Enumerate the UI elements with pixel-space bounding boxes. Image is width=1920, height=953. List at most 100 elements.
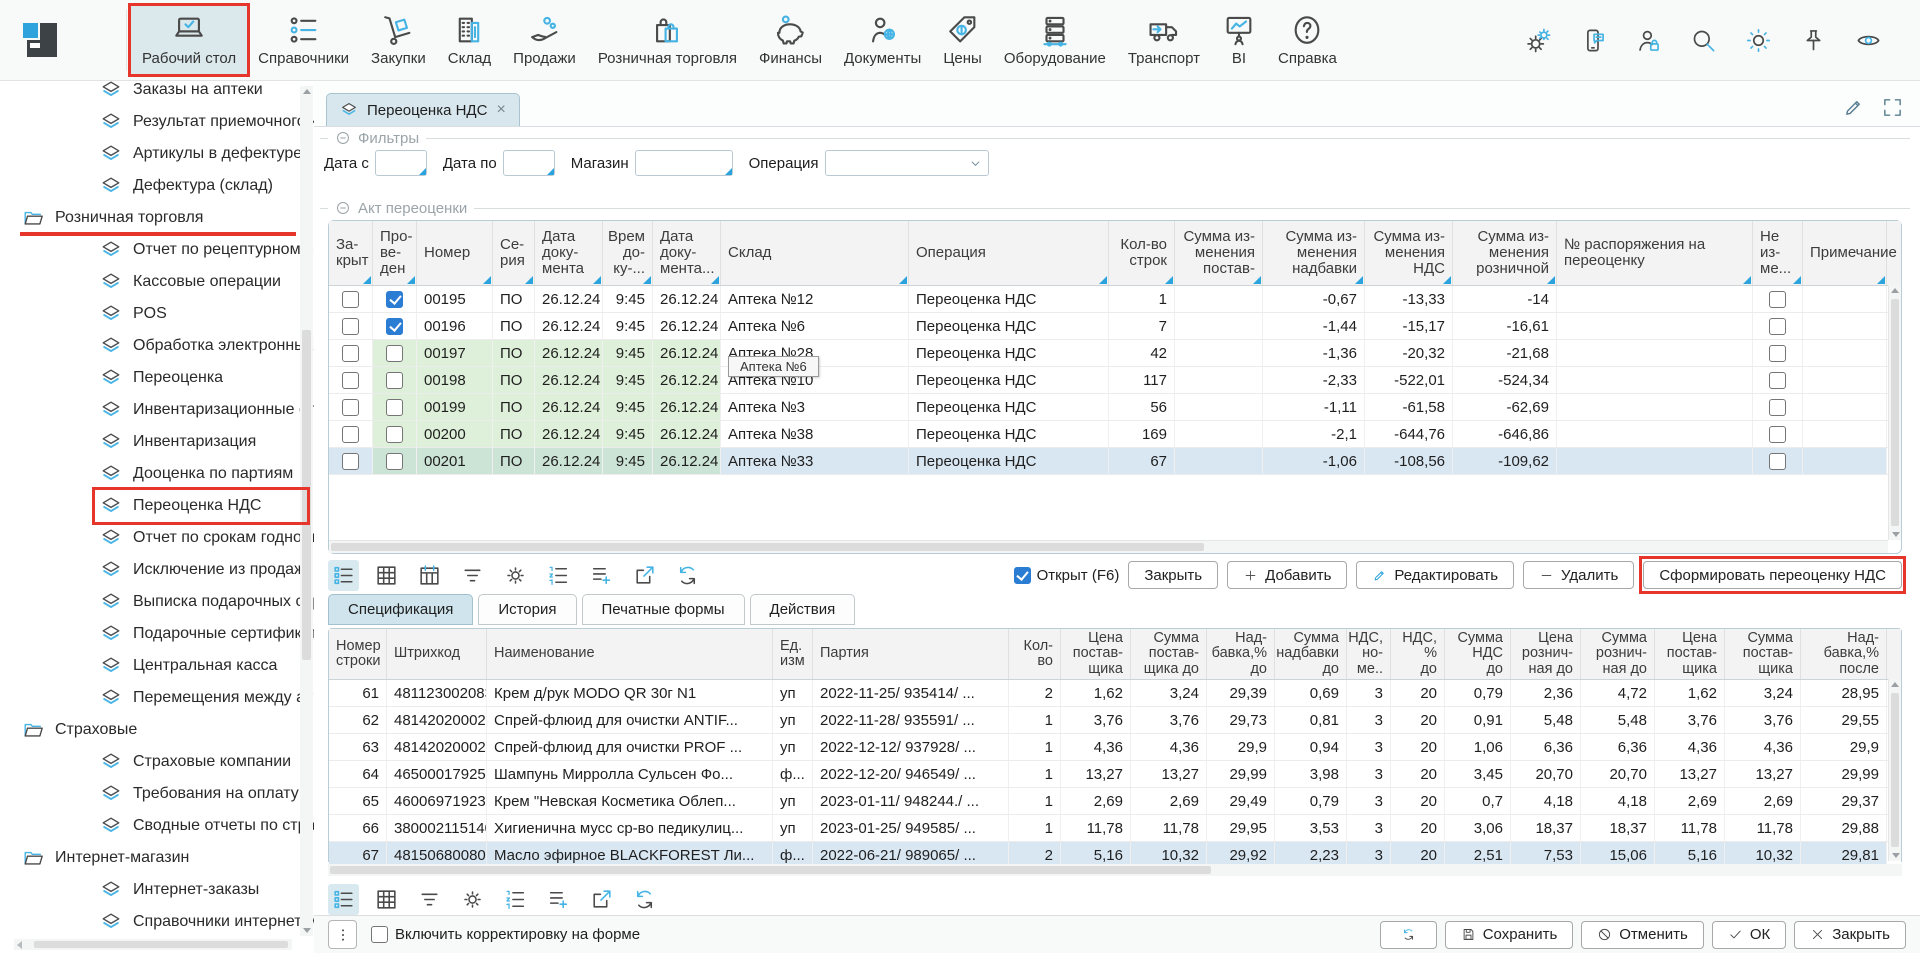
- toolbar-item-desktop[interactable]: Рабочий стол: [131, 3, 247, 77]
- filter-icon[interactable]: [414, 884, 445, 915]
- column-header[interactable]: Врем до- ку-...: [603, 221, 653, 285]
- sidebar-item-19[interactable]: Перемещения между аптеками: [0, 682, 300, 714]
- row-checkbox[interactable]: [342, 318, 359, 335]
- column-header[interactable]: Ед. изм: [773, 629, 813, 679]
- filter-icon[interactable]: [457, 560, 488, 591]
- spec-row[interactable]: 654600697192376Крем "Невская Косметика О…: [329, 788, 1901, 815]
- toolbar-item-prices[interactable]: Цены: [932, 3, 993, 77]
- spec-row[interactable]: 663800021151401Хигиенична мусс ср-во пед…: [329, 815, 1901, 842]
- add-list-icon[interactable]: [586, 560, 617, 591]
- sidebar-item-2[interactable]: Артикулы в дефектуре: [0, 138, 300, 170]
- column-header[interactable]: За- крыт: [329, 221, 373, 285]
- act-vertical-scrollbar[interactable]: [1888, 285, 1901, 540]
- column-header[interactable]: Кол-во строк: [1109, 221, 1175, 285]
- toolbar-item-transport[interactable]: Транспорт: [1117, 3, 1211, 77]
- act-row[interactable]: 00196ПО26.12.249:4526.12.24Аптека №6Пере…: [329, 313, 1901, 340]
- row-checkbox[interactable]: [1769, 372, 1786, 389]
- row-checkbox[interactable]: [1769, 345, 1786, 362]
- ok-button[interactable]: ОК: [1712, 921, 1786, 949]
- row-checkbox[interactable]: [342, 399, 359, 416]
- toolbar-item-warehouse[interactable]: Склад: [437, 3, 502, 77]
- row-checkbox[interactable]: [386, 345, 403, 362]
- column-header[interactable]: Не из- ме...: [1753, 221, 1803, 285]
- add-button[interactable]: Добавить: [1227, 561, 1347, 589]
- act-row[interactable]: 00197ПО26.12.249:4526.12.24Аптека №28Пер…: [329, 340, 1901, 367]
- edit-button[interactable]: Редактировать: [1356, 561, 1514, 589]
- tab-close-icon[interactable]: ×: [496, 101, 505, 119]
- sidebar-horizontal-scrollbar[interactable]: [14, 939, 292, 950]
- act-row[interactable]: 00200ПО26.12.249:4526.12.24Аптека №38Пер…: [329, 421, 1901, 448]
- grid-view-icon[interactable]: [371, 884, 402, 915]
- adjustment-checkbox-group[interactable]: Включить корректировку на форме: [371, 926, 640, 943]
- toolbar-item-retail[interactable]: Розничная торговля: [587, 3, 748, 77]
- column-header[interactable]: Сумма из- менения постав-: [1175, 221, 1263, 285]
- numbered-list-icon[interactable]: [500, 884, 531, 915]
- save-button[interactable]: Сохранить: [1445, 921, 1574, 949]
- row-checkbox[interactable]: [1769, 399, 1786, 416]
- pin-icon[interactable]: [1800, 27, 1827, 54]
- column-header[interactable]: Сумма рознич- ная до: [1581, 629, 1655, 679]
- spec-row[interactable]: 634814202000227Спрей-флюид для очистки P…: [329, 734, 1901, 761]
- column-header[interactable]: Дата доку- мента: [535, 221, 603, 285]
- scrollbar-thumb[interactable]: [34, 941, 288, 948]
- act-row[interactable]: 00198ПО26.12.249:4526.12.24Аптека №10Пер…: [329, 367, 1901, 394]
- sidebar-item-18[interactable]: Центральная касса: [0, 650, 300, 682]
- scrollbar-thumb[interactable]: [1891, 299, 1899, 526]
- row-checkbox[interactable]: [386, 453, 403, 470]
- export-icon[interactable]: [629, 560, 660, 591]
- sidebar-item-10[interactable]: Инвентаризационные описи: [0, 394, 300, 426]
- refresh-button[interactable]: [1380, 921, 1437, 949]
- grid-view-icon[interactable]: [371, 560, 402, 591]
- edit-icon[interactable]: [1842, 96, 1865, 119]
- sidebar-item-8[interactable]: Обработка электронных рецептов: [0, 330, 300, 362]
- sidebar-item-5[interactable]: Отчет по рецептурному отпуску: [0, 234, 300, 266]
- toolbar-item-dictionaries[interactable]: Справочники: [247, 3, 360, 77]
- detail-tab-3[interactable]: Действия: [750, 594, 856, 625]
- spec-row[interactable]: 644650001792525Шампунь Мирролла Сульсен …: [329, 761, 1901, 788]
- scrollbar-thumb[interactable]: [1891, 693, 1899, 847]
- sidebar-item-11[interactable]: Инвентаризация: [0, 426, 300, 458]
- column-header[interactable]: Наименование: [487, 629, 773, 679]
- tab-pereotsenka-nds[interactable]: Переоценка НДС ×: [326, 93, 520, 126]
- column-header[interactable]: Склад: [721, 221, 909, 285]
- settings-icon[interactable]: [1525, 27, 1552, 54]
- more-options-button[interactable]: [328, 920, 357, 949]
- sidebar-item-12[interactable]: Дооценка по партиям: [0, 458, 300, 490]
- detail-tab-2[interactable]: Печатные формы: [582, 594, 745, 625]
- row-checkbox[interactable]: [342, 426, 359, 443]
- toolbar-item-purchases[interactable]: Закупки: [360, 3, 437, 77]
- sidebar-item-16[interactable]: Выписка подарочных сертификатов: [0, 586, 300, 618]
- sidebar-item-21[interactable]: Страховые компании: [0, 746, 300, 778]
- column-header[interactable]: Над- бавка,% после: [1801, 629, 1887, 679]
- column-header[interactable]: Примечание: [1803, 221, 1887, 285]
- date-from-input[interactable]: [375, 150, 427, 176]
- row-checkbox[interactable]: [386, 372, 403, 389]
- close-doc-button[interactable]: Закрыть: [1128, 561, 1218, 589]
- generate-revaluation-button[interactable]: Сформировать переоценку НДС: [1643, 561, 1902, 589]
- adjustment-checkbox[interactable]: [371, 926, 388, 943]
- column-header[interactable]: Цена постав- щика: [1655, 629, 1725, 679]
- spec-horizontal-scrollbar[interactable]: [328, 864, 1902, 876]
- close-button[interactable]: Закрыть: [1794, 921, 1906, 949]
- row-checkbox[interactable]: [386, 291, 403, 308]
- column-header[interactable]: Кол-во: [1009, 629, 1061, 679]
- sidebar-item-1[interactable]: Результат приемочного контроля: [0, 106, 300, 138]
- export-icon[interactable]: [586, 884, 617, 915]
- sidebar-item-15[interactable]: Исключение из продажи по сроку г: [0, 554, 300, 586]
- act-row[interactable]: 00199ПО26.12.249:4526.12.24Аптека №3Пере…: [329, 394, 1901, 421]
- column-header[interactable]: НДС, но- ме..: [1347, 629, 1391, 679]
- calendar-view-icon[interactable]: [414, 560, 445, 591]
- column-header[interactable]: Дата доку- мента...: [653, 221, 721, 285]
- store-input[interactable]: [635, 150, 733, 176]
- row-checkbox[interactable]: [1769, 318, 1786, 335]
- row-checkbox[interactable]: [386, 426, 403, 443]
- sidebar-item-3[interactable]: Дефектура (склад): [0, 170, 300, 202]
- collapse-icon[interactable]: [335, 130, 351, 146]
- fullscreen-icon[interactable]: [1881, 96, 1904, 119]
- row-checkbox[interactable]: [342, 291, 359, 308]
- sidebar-item-22[interactable]: Требования на оплату: [0, 778, 300, 810]
- toolbar-item-help[interactable]: Справка: [1267, 3, 1348, 77]
- sidebar-item-14[interactable]: Отчет по срокам годности: [0, 522, 300, 554]
- column-header[interactable]: Про- ве- ден: [373, 221, 417, 285]
- column-header[interactable]: Цена рознич- ная до: [1511, 629, 1581, 679]
